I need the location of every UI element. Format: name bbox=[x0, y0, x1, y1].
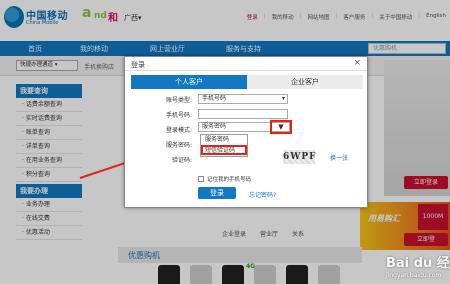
remember-checkbox[interactable] bbox=[198, 176, 204, 182]
dropdown-option-service-password[interactable]: 服务密码 bbox=[201, 135, 247, 145]
tab-personal[interactable]: 个人客户 bbox=[131, 75, 247, 89]
forgot-password-link[interactable]: 忘记密码? bbox=[249, 190, 276, 199]
login-mode-label: 登录模式: bbox=[165, 127, 192, 134]
dialog-titlebar: 登录 × bbox=[125, 57, 367, 71]
login-mode-dropdown: 服务密码 短信验证码 bbox=[200, 134, 248, 157]
tab-enterprise[interactable]: 企业客户 bbox=[247, 75, 363, 89]
account-type-label: 账号类型: bbox=[165, 97, 192, 104]
dropdown-arrow-highlight[interactable]: ▼ bbox=[270, 120, 292, 134]
baidu-jingyan-watermark: Bai du 经验 bbox=[386, 256, 450, 271]
remember-phone[interactable]: 记住我的手机号码 bbox=[198, 175, 251, 183]
close-icon[interactable]: × bbox=[353, 59, 361, 68]
phone-label: 手机号码: bbox=[165, 112, 192, 119]
phone-number-input[interactable] bbox=[198, 109, 288, 119]
account-type-select[interactable]: 手机号码 ▾ bbox=[198, 94, 288, 104]
dropdown-option-sms-code[interactable]: 短信验证码 bbox=[201, 145, 247, 155]
login-mode-value: 服务密码 bbox=[202, 123, 227, 130]
customer-tabs: 个人客户 企业客户 bbox=[131, 75, 363, 89]
remember-label: 记住我的手机号码 bbox=[207, 177, 252, 183]
change-captcha-link[interactable]: 换一张 bbox=[330, 153, 348, 162]
captcha-label: 验证码: bbox=[171, 157, 192, 164]
account-type-value: 手机号码 bbox=[202, 95, 227, 102]
password-label: 服务密码: bbox=[165, 142, 192, 149]
chevron-down-icon: ▾ bbox=[281, 95, 285, 102]
captcha-image[interactable]: 6WPF bbox=[283, 150, 316, 164]
login-button[interactable]: 登录 bbox=[198, 187, 236, 199]
watermark-url: jingyan.baidu.com bbox=[386, 272, 442, 279]
chevron-down-icon: ▼ bbox=[278, 123, 284, 131]
dialog-title: 登录 bbox=[131, 61, 145, 69]
